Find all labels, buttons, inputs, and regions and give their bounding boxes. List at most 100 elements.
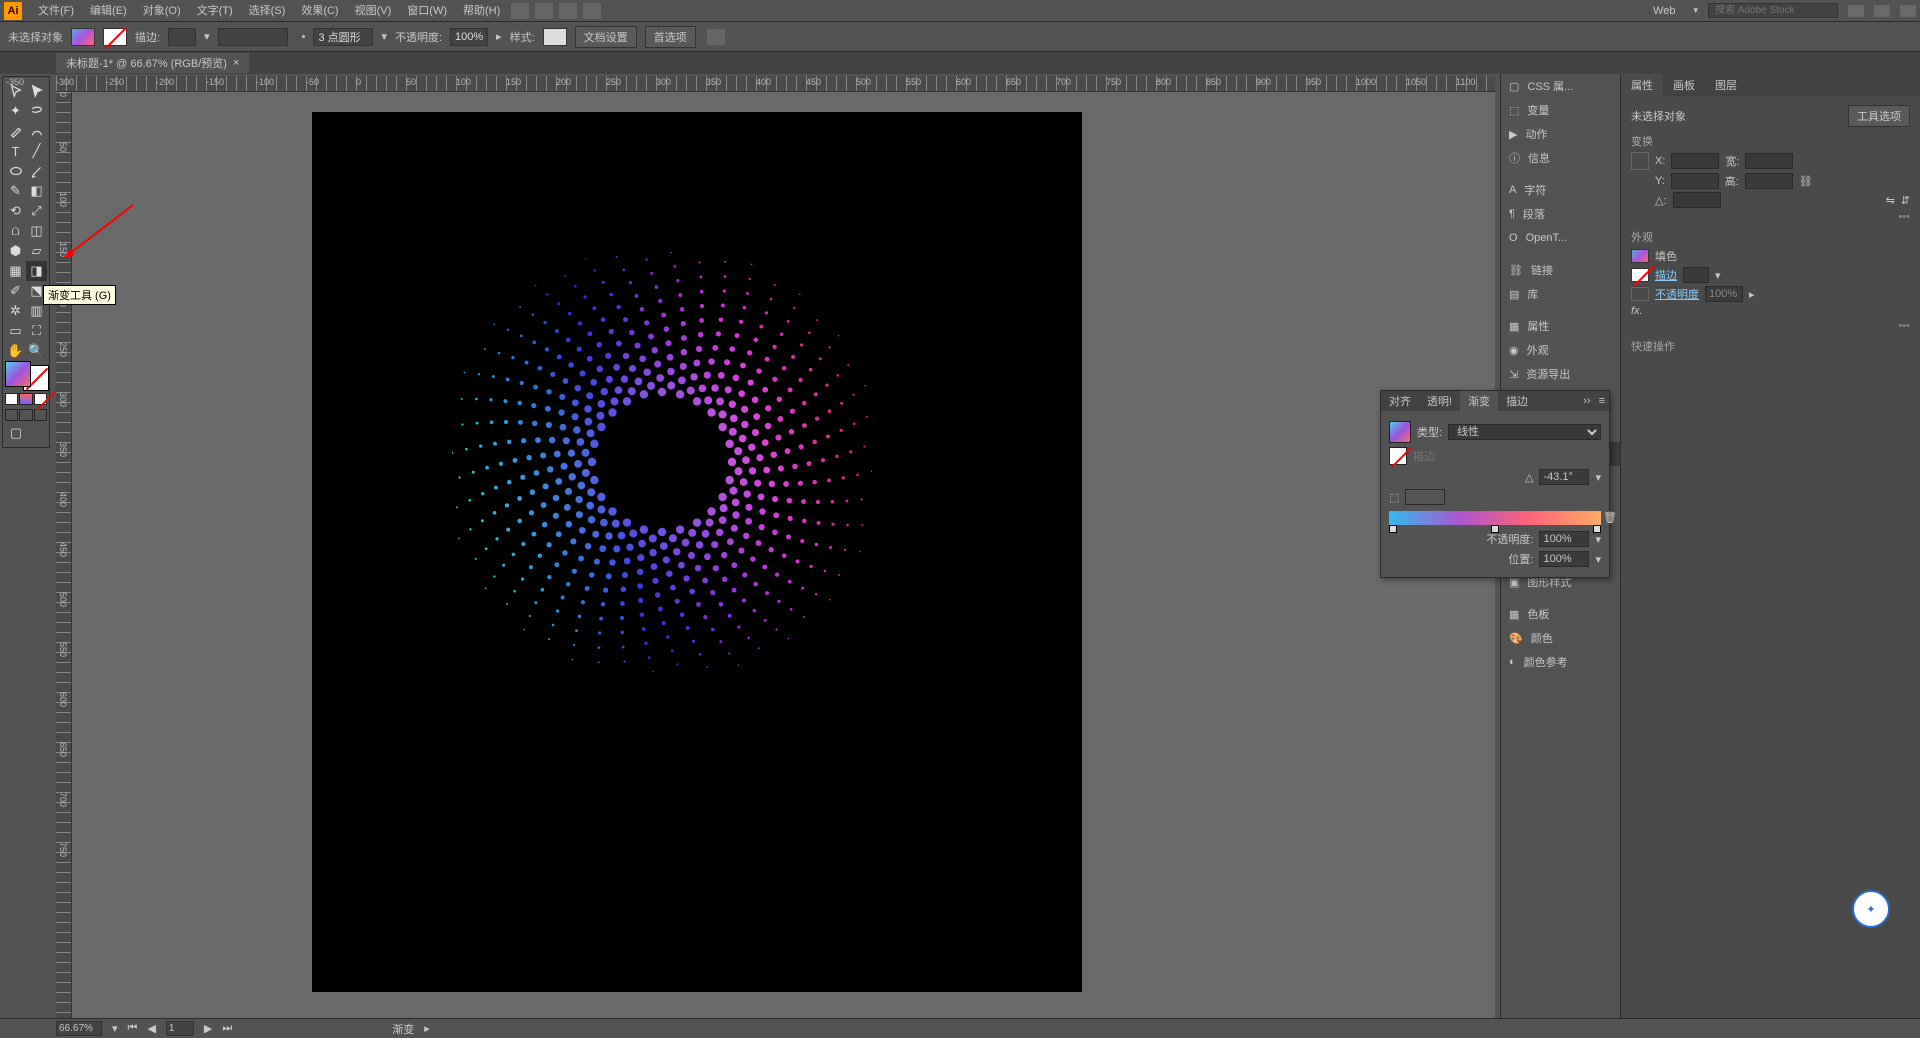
tab-stroke[interactable]: 描边: [1498, 391, 1536, 411]
opacity-input[interactable]: [450, 28, 488, 46]
eyedropper-tool[interactable]: ✐: [5, 281, 26, 301]
draw-behind-icon[interactable]: [19, 409, 32, 421]
panel-item[interactable]: ▦色板: [1501, 602, 1620, 626]
status-arrow-icon[interactable]: ▸: [424, 1022, 430, 1035]
fill-swatch[interactable]: [71, 28, 95, 46]
menu-effect[interactable]: 效果(C): [293, 0, 346, 22]
gradient-tool[interactable]: ◨: [26, 261, 47, 281]
more-options-icon[interactable]: •••: [1631, 211, 1910, 223]
curvature-tool[interactable]: [26, 121, 47, 141]
draw-normal-icon[interactable]: [5, 409, 18, 421]
workspace-switcher[interactable]: Web: [1645, 0, 1683, 22]
flip-h-icon[interactable]: ⇋: [1886, 194, 1895, 207]
scale-tool[interactable]: ⤢: [26, 201, 47, 221]
nav-next-icon[interactable]: ▶: [204, 1022, 212, 1035]
chevron-down-icon[interactable]: ▾: [1595, 553, 1601, 566]
preferences-button[interactable]: 首选项: [645, 26, 696, 48]
pen-tool[interactable]: [5, 121, 26, 141]
menu-type[interactable]: 文字(T): [189, 0, 241, 22]
h-input[interactable]: [1745, 173, 1793, 189]
x-input[interactable]: [1671, 153, 1719, 169]
panel-item[interactable]: A字符: [1501, 178, 1620, 202]
minimize-button[interactable]: [1848, 5, 1864, 17]
stroke-grad-mode-icon[interactable]: [1484, 450, 1498, 462]
stroke-weight-input[interactable]: [1683, 267, 1709, 283]
chevron-down-icon[interactable]: ▾: [381, 30, 387, 43]
close-tab-icon[interactable]: ×: [233, 57, 239, 69]
brush-select[interactable]: [218, 28, 288, 46]
stroke-swatch[interactable]: [103, 28, 127, 46]
nav-last-icon[interactable]: ⏭: [222, 1022, 232, 1035]
panel-item[interactable]: ▤库: [1501, 282, 1620, 306]
nav-prev-icon[interactable]: ◀: [147, 1022, 155, 1035]
fill-stroke-swatch[interactable]: [5, 361, 49, 391]
tab-align[interactable]: 对齐: [1381, 391, 1419, 411]
menu-extra-icon[interactable]: [535, 3, 553, 19]
panel-menu-icon[interactable]: ≡: [1595, 395, 1609, 407]
delete-stop-icon[interactable]: 🗑: [1603, 511, 1617, 524]
stroke-weight-input[interactable]: [168, 28, 196, 46]
fx-icon[interactable]: fx.: [1631, 305, 1643, 317]
panel-item[interactable]: ◐颜色参考: [1501, 650, 1620, 674]
panel-item[interactable]: ⇲资源导出: [1501, 362, 1620, 386]
document-setup-button[interactable]: 文档设置: [575, 26, 637, 48]
menu-select[interactable]: 选择(S): [241, 0, 294, 22]
artboard-nav-input[interactable]: [166, 1021, 194, 1036]
aspect-input[interactable]: [1405, 489, 1445, 505]
chevron-down-icon[interactable]: ▾: [1595, 471, 1601, 484]
tool-options-button[interactable]: 工具选项: [1848, 105, 1910, 127]
draw-inside-icon[interactable]: [34, 409, 47, 421]
panel-item[interactable]: ▶动作: [1501, 122, 1620, 146]
perspective-tool[interactable]: ▱: [26, 241, 47, 261]
stroke-swatch[interactable]: [1631, 268, 1649, 282]
magic-wand-tool[interactable]: ✦: [5, 101, 26, 121]
mesh-tool[interactable]: ▦: [5, 261, 26, 281]
artboard-tool[interactable]: ▭: [5, 321, 26, 341]
menu-help[interactable]: 帮助(H): [455, 0, 508, 22]
shape-builder-tool[interactable]: ⬢: [5, 241, 26, 261]
eraser-tool[interactable]: ◧: [26, 181, 47, 201]
reference-point-icon[interactable]: [1631, 152, 1649, 170]
type-tool[interactable]: T: [5, 141, 26, 161]
stroke-link[interactable]: 描边: [1655, 267, 1677, 283]
panel-item[interactable]: ⓘ信息: [1501, 146, 1620, 170]
none-mode-icon[interactable]: [34, 393, 47, 405]
color-mode-icon[interactable]: [5, 393, 18, 405]
menu-extra-icon[interactable]: [511, 3, 529, 19]
gradient-stop[interactable]: [1491, 525, 1499, 533]
direct-selection-tool[interactable]: [26, 81, 47, 101]
tab-transparency[interactable]: 透明!: [1419, 391, 1460, 411]
symbol-sprayer-tool[interactable]: ✲: [5, 301, 26, 321]
w-input[interactable]: [1745, 153, 1793, 169]
opacity-link[interactable]: 不透明度: [1655, 286, 1699, 302]
stroke-gradient-swatch[interactable]: [1389, 447, 1407, 465]
gradient-mode-icon[interactable]: [19, 393, 32, 405]
y-input[interactable]: [1671, 173, 1719, 189]
gradient-type-select[interactable]: 线性: [1448, 424, 1601, 440]
menu-file[interactable]: 文件(F): [30, 0, 82, 22]
screen-mode-icon[interactable]: ▢: [5, 423, 27, 443]
gradient-angle-input[interactable]: [1539, 469, 1589, 485]
gp-position-input[interactable]: [1539, 551, 1589, 567]
search-stock-input[interactable]: [1708, 3, 1838, 18]
chevron-down-icon[interactable]: ▾: [112, 1022, 118, 1035]
zoom-input[interactable]: [56, 1021, 102, 1036]
hand-tool[interactable]: ✋: [5, 341, 26, 361]
stroke-grad-mode-icon[interactable]: [1444, 450, 1458, 462]
gradient-stop[interactable]: [1593, 525, 1601, 533]
panel-item[interactable]: OOpenT...: [1501, 226, 1620, 250]
panel-item[interactable]: ⛓链接: [1501, 258, 1620, 282]
more-options-icon[interactable]: •••: [1631, 320, 1910, 332]
paintbrush-tool[interactable]: [26, 161, 47, 181]
gradient-slider[interactable]: 🗑: [1389, 511, 1601, 525]
gp-opacity-input[interactable]: [1539, 531, 1589, 547]
tab-layers[interactable]: 图层: [1705, 74, 1747, 96]
menu-window[interactable]: 窗口(W): [399, 0, 455, 22]
canvas[interactable]: [72, 92, 1495, 1018]
menu-edit[interactable]: 编辑(E): [82, 0, 135, 22]
menu-extra-icon[interactable]: [559, 3, 577, 19]
fill-swatch[interactable]: [1631, 249, 1649, 263]
link-icon[interactable]: ⛓: [1799, 175, 1813, 188]
lasso-tool[interactable]: [26, 101, 47, 121]
angle-input[interactable]: [1673, 192, 1721, 208]
